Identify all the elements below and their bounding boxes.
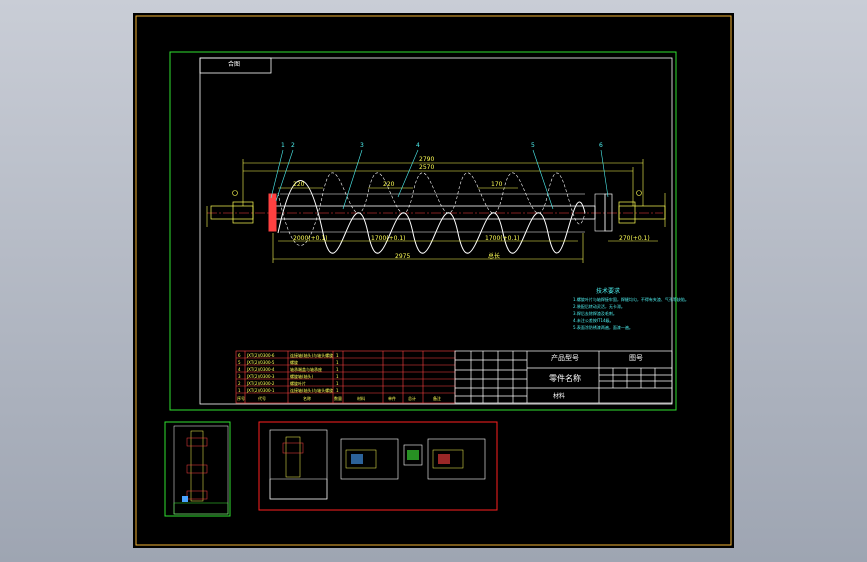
bom-row-1-code: JXT(2)/0300-6 [247, 353, 275, 358]
dimension-lines [242, 159, 658, 263]
cad-drawing-canvas[interactable]: 合图 1 2 3 4 5 6 2790 2570 220 220 170 200… [133, 13, 734, 548]
title-part-name-label: 零件名称 [549, 374, 581, 383]
bom-row-5-qty: 1 [336, 381, 339, 386]
tech-note-5: 5.表面涂防锈漆两遍，面漆一遍。 [573, 325, 633, 330]
drawing-sheet [135, 15, 732, 546]
title-drawing-no-label: 图号 [629, 354, 643, 362]
screw-flights [277, 180, 586, 254]
bom-row-4-qty: 1 [336, 374, 339, 379]
bom-header-qty: 数量 [334, 396, 342, 401]
dim-seg-1: 2000(+0.1) [293, 235, 328, 242]
bom-row-3-no: 4 [238, 367, 241, 372]
outer-frame [135, 15, 732, 546]
bom-row-3-qty: 1 [336, 367, 339, 372]
bom-header-remark: 备注 [433, 396, 441, 401]
bom-row-5-name: 螺旋叶片 [290, 381, 306, 386]
bom-row-4-name: 螺旋轴(轴头) [290, 374, 314, 379]
title-material-label: 材料 [553, 393, 566, 400]
bom-row-2-no: 5 [238, 360, 241, 365]
right-shaft-end [618, 205, 666, 220]
bom-row-3-name: 轴承端盖与轴承座 [290, 367, 322, 372]
left-flange [268, 193, 277, 232]
balloon-5[interactable]: 5 [531, 142, 535, 149]
dim-overall-second: 2570 [419, 164, 435, 171]
bom-row-5-code: JXT(2)/0300-2 [247, 381, 275, 386]
dim-seg-4: 270(+0.1) [619, 235, 650, 242]
bom-header-no: 序号 [237, 396, 245, 401]
bom-row-6-qty: 1 [336, 388, 339, 393]
bom-row-6-no: 1 [238, 388, 241, 393]
bom-row-2-qty: 1 [336, 360, 339, 365]
balloon-6[interactable]: 6 [599, 142, 603, 149]
bom-header-material: 材料 [357, 396, 365, 401]
preview-sheet-1 [164, 421, 231, 517]
bom-row-1-name: 连接轴(轴头)与轴头螺旋 [290, 353, 334, 358]
bom-header-total: 总计 [408, 396, 416, 401]
bom-row-1-no: 6 [238, 353, 241, 358]
bom-row-2-code: JXT(2)/0300-5 [247, 360, 275, 365]
balloon-2[interactable]: 2 [291, 142, 295, 149]
tech-note-3: 3.焊后去除焊渣及毛刺。 [573, 311, 617, 316]
bom-row-5-no: 2 [238, 381, 241, 386]
dim-pitch-3: 170 [491, 181, 503, 188]
dim-pitch-2: 220 [383, 181, 395, 188]
tech-note-2: 2.装配后转动灵活，无卡滞。 [573, 304, 625, 309]
bom-row-1-qty: 1 [336, 353, 339, 358]
dim-seg-2: 1700(+0.1) [371, 235, 406, 242]
shaft-body [274, 205, 596, 220]
balloon-1[interactable]: 1 [281, 142, 285, 149]
dim-pitch-1: 220 [293, 181, 305, 188]
left-shaft-end [210, 205, 254, 220]
balloon-4[interactable]: 4 [416, 142, 420, 149]
tech-note-1: 1.螺旋叶片与轴焊接牢固，焊缝均匀，不得有夹渣、气孔等缺陷。 [573, 297, 689, 302]
bom-header-name: 名称 [303, 396, 311, 401]
dim-bottom-total: 2975 [395, 253, 411, 260]
bom-header-unit: 单件 [388, 396, 396, 401]
bom-row-6-code: JXT(2)/0300-1 [247, 388, 275, 393]
dim-seg-3: 1700(+0.1) [485, 235, 520, 242]
tech-note-4: 4.未注公差按IT14级。 [573, 318, 614, 323]
bom-row-4-no: 3 [238, 374, 241, 379]
bom-row-4-code: JXT(2)/0300-3 [247, 374, 275, 379]
balloon-3[interactable]: 3 [360, 142, 364, 149]
tech-notes-title: 技术要求 [596, 288, 621, 295]
preview-group-2 [258, 421, 498, 511]
dim-overall-top: 2790 [419, 156, 435, 163]
bom-row-6-name: 连接轴(轴头)与轴头螺旋 [290, 388, 334, 393]
right-flange [604, 193, 613, 232]
bom-header-code: 代号 [258, 396, 266, 401]
bom-row-2-name: 螺旋 [290, 360, 298, 365]
corner-tag: 合图 [228, 61, 241, 68]
dim-bottom-mid: 总长 [488, 253, 501, 260]
title-product-label: 产品型号 [551, 354, 579, 362]
bom-row-3-code: JXT(2)/0300-4 [247, 367, 275, 372]
